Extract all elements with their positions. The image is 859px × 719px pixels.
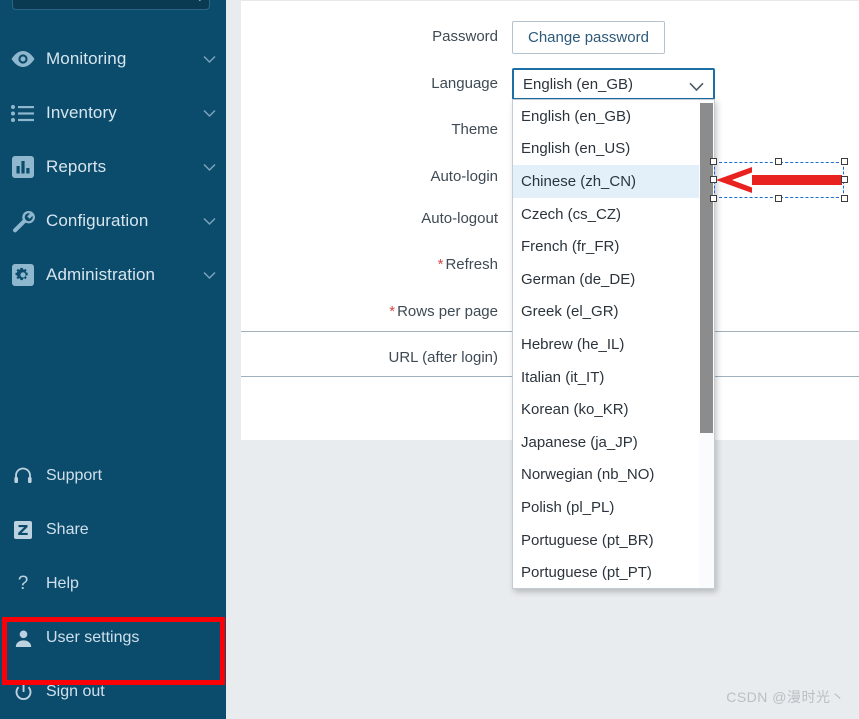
label-text: Refresh — [445, 256, 498, 273]
form-label-refresh: * Refresh — [438, 256, 498, 273]
sidebar-item-label: Reports — [46, 157, 107, 176]
form-label-auto-login: Auto-login — [430, 168, 498, 185]
form-row-password: Password Change password — [241, 16, 859, 62]
language-field: English (en_GB) — [512, 68, 715, 100]
sidebar-item-monitoring[interactable]: Monitoring — [0, 32, 226, 86]
chevron-down-icon[interactable] — [192, 163, 226, 172]
sidebar-item-administration[interactable]: Administration — [0, 248, 226, 302]
eye-icon — [0, 50, 46, 68]
power-icon — [0, 683, 46, 702]
selection-handle-se[interactable] — [841, 195, 848, 202]
sidebar-utility-nav: Support Share ? Help User settings Sign … — [0, 449, 226, 719]
zabbix-z-icon — [0, 520, 46, 540]
dropdown-option[interactable]: Czech (cs_CZ) — [513, 198, 699, 231]
language-select[interactable]: English (en_GB) — [512, 68, 715, 100]
arrow-annotation[interactable] — [710, 158, 848, 202]
app-root: Monitoring Inventory Reports Configurati… — [0, 0, 859, 719]
dropdown-option[interactable]: Italian (it_IT) — [513, 361, 699, 394]
dropdown-option[interactable]: English (en_GB) — [513, 100, 699, 133]
change-password-button[interactable]: Change password — [512, 21, 665, 54]
sidebar-item-configuration[interactable]: Configuration — [0, 194, 226, 248]
content-gutter — [226, 0, 241, 719]
sidebar-item-label: User settings — [46, 629, 140, 646]
language-dropdown-list[interactable]: English (en_GB) English (en_US) Chinese … — [512, 99, 715, 589]
sidebar-item-help[interactable]: ? Help — [0, 557, 226, 611]
bar-chart-icon — [0, 155, 46, 179]
sidebar-item-label: Sign out — [46, 683, 105, 700]
selection-handle-n[interactable] — [775, 158, 782, 165]
dropdown-option[interactable]: German (de_DE) — [513, 263, 699, 296]
sidebar-search-input[interactable] — [12, 0, 210, 10]
watermark: CSDN @漫时光丶 — [726, 689, 845, 705]
dropdown-option[interactable]: English (en_US) — [513, 133, 699, 166]
dropdown-option[interactable]: French (fr_FR) — [513, 230, 699, 263]
sidebar-item-label: Monitoring — [46, 49, 127, 68]
dropdown-option[interactable]: Korean (ko_KR) — [513, 393, 699, 426]
sidebar-item-label: Inventory — [46, 103, 117, 122]
chevron-down-icon — [689, 79, 704, 97]
sidebar-main-nav: Monitoring Inventory Reports Configurati… — [0, 32, 226, 302]
sidebar-item-user-settings[interactable]: User settings — [0, 611, 226, 665]
search-icon — [186, 0, 202, 2]
sidebar-item-label: Share — [46, 521, 89, 538]
sidebar-item-inventory[interactable]: Inventory — [0, 86, 226, 140]
dropdown-options: English (en_GB) English (en_US) Chinese … — [513, 100, 699, 588]
sidebar-item-label: Help — [46, 575, 79, 592]
dropdown-option[interactable]: Portuguese (pt_PT) — [513, 556, 699, 588]
dropdown-option[interactable]: Hebrew (he_IL) — [513, 328, 699, 361]
label-text: Rows per page — [397, 303, 498, 320]
sidebar-item-label: Configuration — [46, 211, 149, 230]
chevron-down-icon[interactable] — [192, 55, 226, 64]
sidebar: Monitoring Inventory Reports Configurati… — [0, 0, 226, 719]
question-mark-icon: ? — [17, 573, 29, 594]
selection-handle-nw[interactable] — [710, 158, 717, 165]
user-icon — [0, 629, 46, 648]
form-label-rows-per-page: * Rows per page — [389, 303, 498, 320]
sidebar-item-label: Administration — [46, 265, 156, 284]
sidebar-item-label: Support — [46, 467, 103, 484]
selection-handle-s[interactable] — [775, 195, 782, 202]
dropdown-option-highlighted[interactable]: Chinese (zh_CN) — [513, 165, 699, 198]
dropdown-option[interactable]: Polish (pl_PL) — [513, 491, 699, 524]
dropdown-scrollbar[interactable] — [699, 100, 714, 588]
dropdown-scrollbar-thumb[interactable] — [700, 103, 713, 433]
selection-dashed-box — [714, 162, 844, 198]
wrench-icon — [0, 209, 46, 234]
chevron-down-icon[interactable] — [192, 217, 226, 226]
language-select-value: English (en_GB) — [523, 75, 634, 93]
dropdown-option[interactable]: Greek (el_GR) — [513, 296, 699, 329]
selection-handle-w[interactable] — [710, 176, 717, 183]
sidebar-item-support[interactable]: Support — [0, 449, 226, 503]
chevron-down-icon[interactable] — [192, 109, 226, 118]
selection-handle-e[interactable] — [841, 176, 848, 183]
form-label-language: Language — [431, 75, 498, 92]
password-field: Change password — [512, 21, 665, 54]
dropdown-option[interactable]: Portuguese (pt_BR) — [513, 524, 699, 557]
required-marker: * — [437, 256, 444, 273]
form-label-auto-logout: Auto-logout — [421, 210, 498, 227]
form-label-password: Password — [432, 28, 498, 45]
headset-icon — [0, 466, 46, 486]
dropdown-option[interactable]: Norwegian (nb_NO) — [513, 459, 699, 492]
sidebar-item-sign-out[interactable]: Sign out — [0, 665, 226, 719]
list-icon — [0, 104, 46, 122]
sidebar-item-reports[interactable]: Reports — [0, 140, 226, 194]
gear-icon — [0, 263, 46, 287]
selection-handle-ne[interactable] — [841, 158, 848, 165]
selection-handle-sw[interactable] — [710, 195, 717, 202]
dropdown-option[interactable]: Japanese (ja_JP) — [513, 426, 699, 459]
chevron-down-icon[interactable] — [192, 271, 226, 280]
required-marker: * — [389, 303, 396, 320]
form-label-theme: Theme — [451, 121, 498, 138]
sidebar-item-share[interactable]: Share — [0, 503, 226, 557]
form-label-url-after-login: URL (after login) — [388, 349, 498, 366]
